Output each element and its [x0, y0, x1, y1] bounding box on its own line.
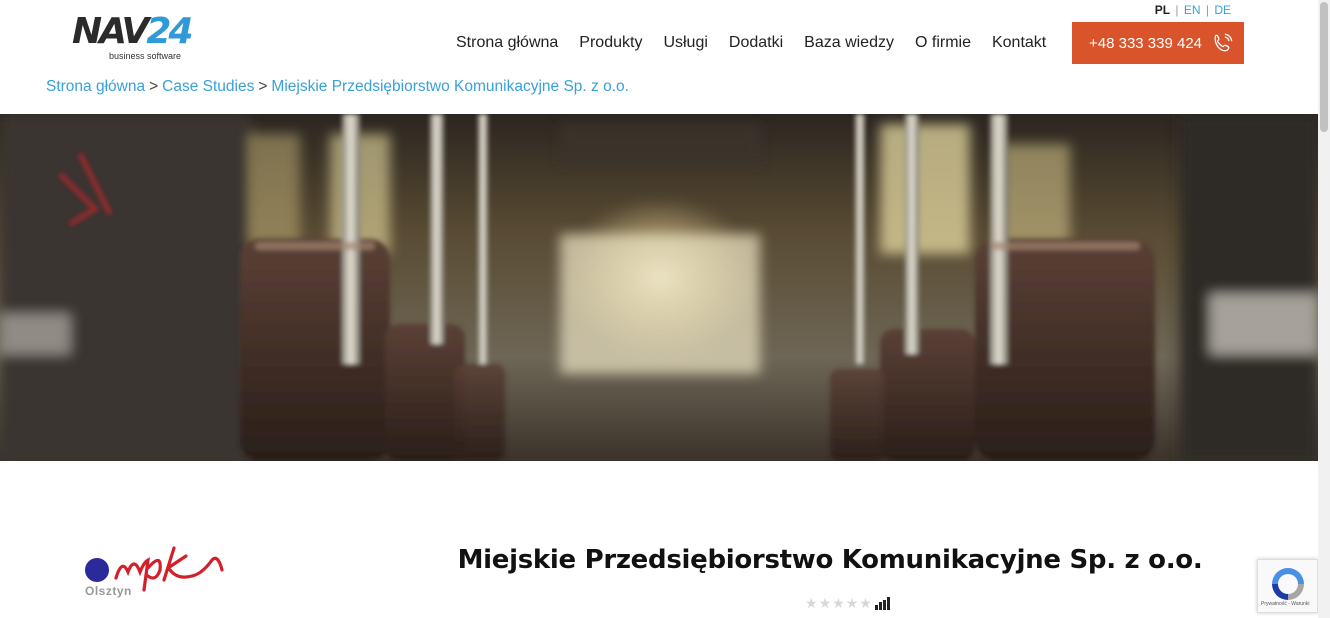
- bus-interior-illustration: [0, 114, 1318, 461]
- company-title: Miejskie Przedsiębiorstwo Komunikacyjne …: [457, 545, 1203, 575]
- breadcrumb-separator: >: [258, 78, 268, 95]
- star-rating[interactable]: ★ ★ ★ ★ ★: [805, 596, 890, 610]
- logo-wordmark: NAV24: [72, 14, 222, 50]
- breadcrumb: Strona główna > Case Studies > Miejskie Prze…: [46, 78, 629, 96]
- client-logo-city: Olsztyn: [85, 584, 132, 598]
- star-icon[interactable]: ★: [859, 596, 872, 610]
- phone-number: +48 333 339 424: [1089, 34, 1203, 52]
- recaptcha-badge[interactable]: Prywatność - Warunki: [1257, 559, 1318, 613]
- nav-item-services[interactable]: Usługi: [663, 34, 707, 52]
- star-icon[interactable]: ★: [819, 596, 832, 610]
- lang-pl[interactable]: PL: [1154, 3, 1171, 17]
- nav-item-contact[interactable]: Kontakt: [992, 34, 1046, 52]
- main-navigation: Strona główna Produkty Usługi Dodatki Ba…: [456, 34, 1067, 52]
- phone-icon: [1212, 32, 1234, 54]
- star-icon[interactable]: ★: [846, 596, 859, 610]
- breadcrumb-case-studies[interactable]: Case Studies: [162, 78, 254, 95]
- page-scrollbar[interactable]: [1318, 0, 1330, 618]
- nav-item-knowledge-base[interactable]: Baza wiedzy: [804, 34, 894, 52]
- logo-main-text: NAV: [72, 11, 149, 52]
- breadcrumb-home[interactable]: Strona główna: [46, 78, 145, 95]
- nav-item-addons[interactable]: Dodatki: [729, 34, 783, 52]
- recaptcha-icon: [1272, 568, 1304, 600]
- logo-number-text: 24: [146, 11, 193, 52]
- nav-item-products[interactable]: Produkty: [579, 34, 642, 52]
- rating-bars-icon: [874, 596, 890, 610]
- lang-separator: |: [1205, 3, 1209, 17]
- phone-button[interactable]: +48 333 339 424: [1072, 22, 1244, 64]
- breadcrumb-separator: >: [149, 78, 159, 95]
- nav-item-about[interactable]: O firmie: [915, 34, 971, 52]
- recaptcha-footer[interactable]: Prywatność - Warunki: [1261, 601, 1309, 607]
- nav-item-home[interactable]: Strona główna: [456, 34, 558, 52]
- client-logo-mpk: Olsztyn: [82, 540, 232, 602]
- star-icon[interactable]: ★: [832, 596, 845, 610]
- scrollbar-thumb[interactable]: [1320, 2, 1328, 132]
- lang-en[interactable]: EN: [1183, 3, 1202, 17]
- page: NAV24 business software PL | EN | DE Str…: [0, 0, 1330, 618]
- language-switcher: PL | EN | DE: [1154, 3, 1232, 17]
- logo-tagline: business software: [109, 51, 182, 61]
- hero-image: [0, 114, 1318, 461]
- star-icon[interactable]: ★: [805, 596, 818, 610]
- lang-de[interactable]: DE: [1213, 3, 1232, 17]
- breadcrumb-current: Miejskie Przedsiębiorstwo Komunikacyjne …: [271, 78, 629, 95]
- lang-separator: |: [1175, 3, 1179, 17]
- nav24-logo[interactable]: NAV24 business software: [72, 14, 222, 64]
